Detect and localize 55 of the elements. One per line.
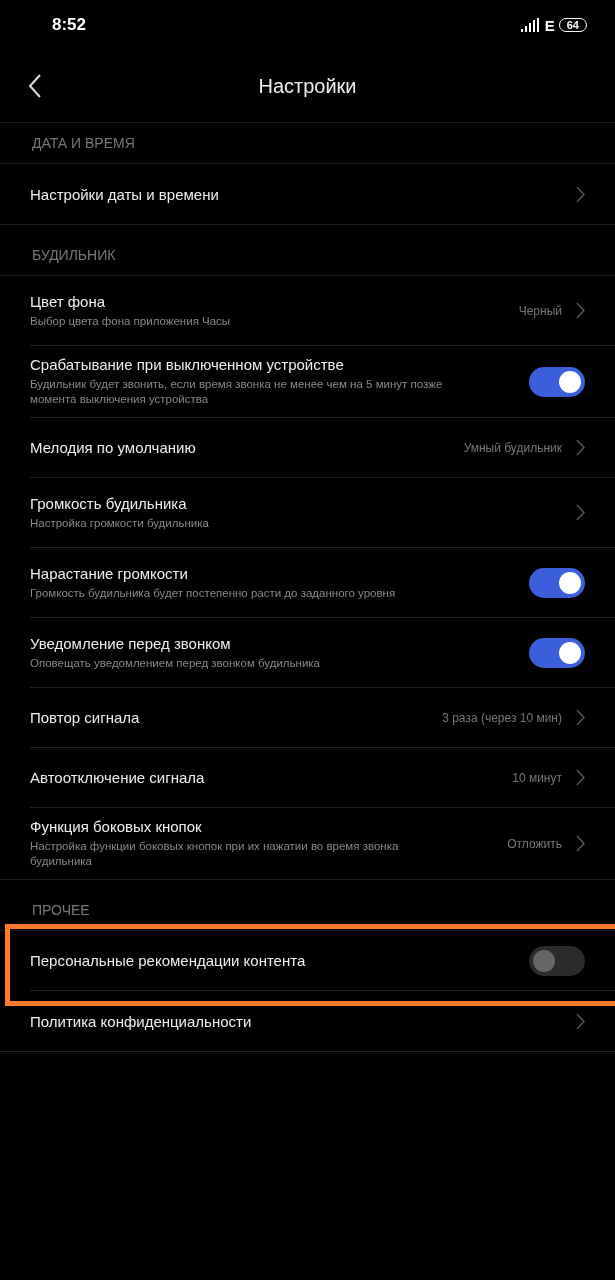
row-value: 10 минут (512, 770, 562, 785)
section-header: ПРОЧЕЕ (0, 890, 615, 931)
row-subtitle: Настройка функции боковых кнопок при их нажатии во время звонка будильника (30, 839, 400, 869)
row-subtitle: Оповещать уведомлением перед звонком будильника (30, 655, 321, 671)
page-title: Настройки (258, 74, 357, 98)
settings-row[interactable]: Политика конфиденциальности (30, 991, 615, 1051)
status-time: 8:52 (52, 15, 87, 35)
row-value: Умный будильник (463, 440, 562, 455)
chevron-icon (576, 835, 585, 852)
row-title: Срабатывание при выключенном устройстве (30, 356, 345, 373)
toggle-switch[interactable] (529, 945, 585, 976)
row-title: Функция боковых кнопок (30, 818, 203, 835)
chevron-icon (576, 709, 585, 726)
row-subtitle: Громкость будильника будет постепенно расти до заданного уровня (30, 585, 397, 601)
chevron-icon (576, 439, 585, 456)
toggle-switch[interactable] (529, 366, 585, 397)
battery-level: 64 (558, 18, 587, 32)
settings-row[interactable]: Уведомление перед звонком Оповещать уведомлением перед звонком будильника (30, 618, 615, 688)
row-title: Мелодия по умолчанию (30, 439, 197, 456)
chevron-icon (576, 302, 585, 319)
settings-row[interactable]: Функция боковых кнопок Настройка функции боковых кнопок при их нажатии во время звонка будильника Отложить (30, 808, 615, 879)
settings-row[interactable]: Мелодия по умолчанию Умный будильник (30, 418, 615, 478)
settings-row[interactable]: Настройки даты и времени (30, 164, 615, 224)
chevron-icon (576, 769, 585, 786)
toggle-switch[interactable] (529, 637, 585, 668)
row-value: Отложить (507, 836, 562, 851)
chevron-icon (576, 1012, 585, 1030)
settings-row[interactable]: Повтор сигнала 3 раза (через 10 мин) (30, 688, 615, 748)
row-title: Политика конфиденциальности (30, 1012, 253, 1030)
chevron-icon (576, 504, 585, 521)
row-title: Повтор сигнала (30, 709, 141, 726)
settings-row[interactable]: Срабатывание при выключенном устройстве Будильник будет звонить, если время звонка не менее чем на 5 минут позже момента выключения устройства (30, 346, 615, 418)
chevron-icon (576, 185, 585, 203)
row-subtitle: Будильник будет звонить, если время звонка не менее чем на 5 минут позже момента выключения устройства (30, 377, 444, 407)
row-value: 3 раза (через 10 мин) (442, 710, 562, 725)
settings-row[interactable]: Автоотключение сигнала 10 минут (30, 748, 615, 808)
row-title: Громкость будильника (30, 494, 188, 512)
row-title: Автоотключение сигнала (30, 769, 206, 786)
settings-row[interactable]: Персональные рекомендации контента (30, 931, 615, 991)
section-header: ДАТА И ВРЕМЯ (0, 123, 615, 164)
row-subtitle: Выбор цвета фона приложения Часы (30, 313, 232, 329)
settings-row[interactable]: Цвет фона Выбор цвета фона приложения Часы Черный (30, 276, 615, 346)
row-title: Уведомление перед звонком (30, 634, 232, 652)
row-title: Настройки даты и времени (30, 185, 220, 203)
row-value: Черный (518, 303, 562, 318)
settings-row[interactable]: Нарастание громкости Громкость будильника будет постепенно расти до заданного уровня (30, 548, 615, 618)
row-subtitle: Настройка громкости будильника (30, 515, 210, 531)
row-title: Нарастание громкости (30, 564, 189, 582)
network-type: E (544, 16, 555, 34)
toggle-switch[interactable] (529, 567, 585, 598)
row-title: Цвет фона (30, 292, 107, 310)
row-title: Персональные рекомендации контента (30, 952, 307, 969)
settings-row[interactable]: Громкость будильника Настройка громкости будильника (30, 478, 615, 548)
signal-icon (520, 18, 541, 32)
section-header: БУДИЛЬНИК (0, 235, 615, 276)
